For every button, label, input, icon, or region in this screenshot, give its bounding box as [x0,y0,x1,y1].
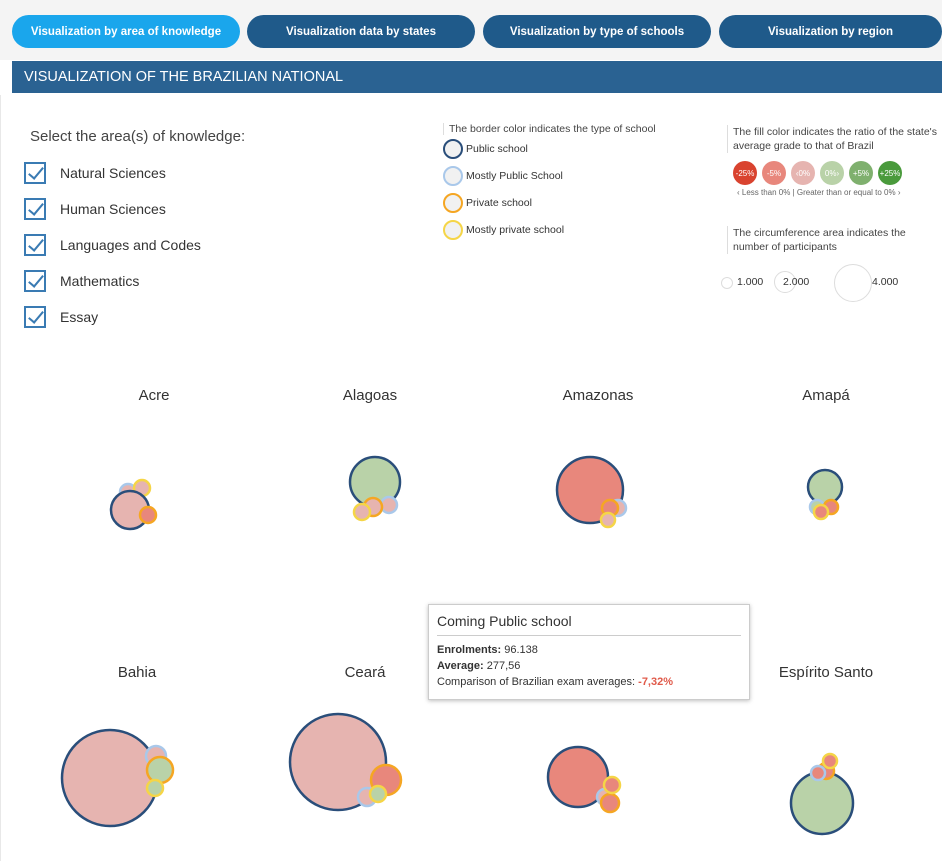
school-bubble-mostly-public[interactable] [379,495,399,515]
school-bubble-private[interactable] [145,755,175,785]
school-bubble-mostly-private[interactable] [352,502,372,522]
tooltip-comparison: Comparison of Brazilian exam averages: -… [437,676,674,688]
school-bubble-public[interactable] [789,770,855,836]
tooltip-average: Average: 277,56 [437,660,521,672]
school-bubble-mostly-private[interactable] [368,784,388,804]
school-bubble-public[interactable] [806,468,844,506]
school-bubble-mostly-private[interactable] [145,778,165,798]
tooltip-divider [437,635,741,636]
school-bubble-mostly-public[interactable] [809,764,827,782]
school-bubble-private[interactable] [599,792,621,814]
school-bubble-mostly-private[interactable] [821,752,839,770]
school-bubble-public[interactable] [60,728,160,828]
state-bubble-chart [60,455,855,836]
tooltip-enrolments: Enrolments: 96.138 [437,644,538,656]
school-bubble-private[interactable] [138,505,158,525]
tooltip-title: Coming Public school [437,613,572,629]
school-bubble-mostly-private[interactable] [602,775,622,795]
hover-tooltip: Coming Public school Enrolments: 96.138 … [428,604,750,700]
school-bubble-mostly-private[interactable] [812,503,830,521]
school-bubble-mostly-private[interactable] [599,511,617,529]
